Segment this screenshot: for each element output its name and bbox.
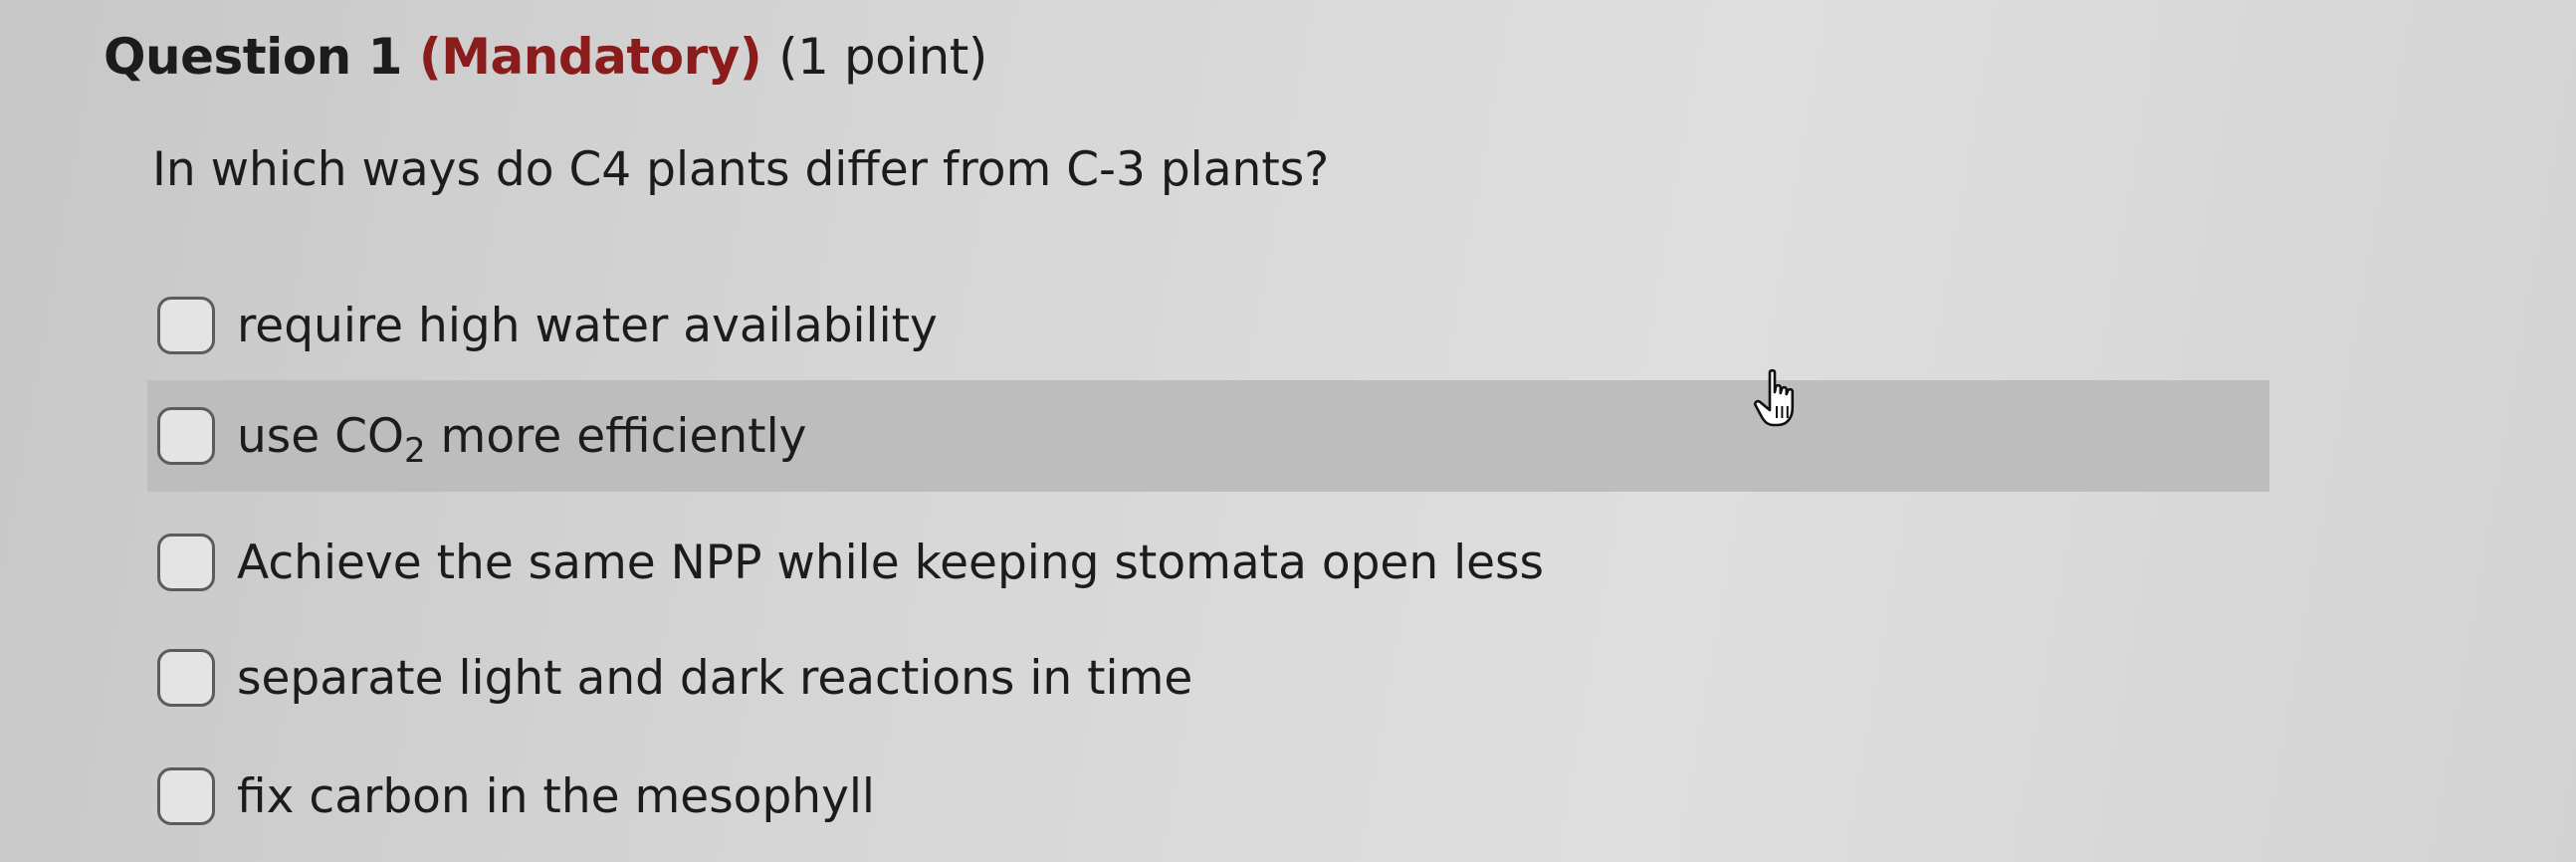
option-label-subscript: 2 xyxy=(403,430,426,471)
points-label: (1 point) xyxy=(778,28,987,86)
hand-pointer-icon xyxy=(1753,368,1795,427)
question-prompt: In which ways do C4 plants differ from C… xyxy=(152,142,1330,197)
option-label-text-suffix: more efficiently xyxy=(425,408,807,464)
option-checkbox[interactable] xyxy=(157,407,215,465)
option-checkbox[interactable] xyxy=(157,649,215,707)
option-checkbox[interactable] xyxy=(157,767,215,825)
option-label: separate light and dark reactions in tim… xyxy=(237,650,1193,706)
question-number: Question 1 xyxy=(104,28,402,86)
option-checkbox[interactable] xyxy=(157,297,215,354)
answer-option-1[interactable]: require high water availability xyxy=(147,271,2269,380)
option-label: require high water availability xyxy=(237,298,938,353)
answer-option-4[interactable]: separate light and dark reactions in tim… xyxy=(147,623,2269,733)
question-header: Question 1 (Mandatory) (1 point) xyxy=(104,28,987,86)
option-label: fix carbon in the mesophyll xyxy=(237,768,875,824)
option-label: Achieve the same NPP while keeping stoma… xyxy=(237,535,1545,590)
option-label-text: use CO xyxy=(237,408,404,464)
answer-option-3[interactable]: Achieve the same NPP while keeping stoma… xyxy=(147,508,2269,617)
option-checkbox[interactable] xyxy=(157,534,215,591)
answer-option-5[interactable]: fix carbon in the mesophyll xyxy=(147,742,2269,851)
option-label: use CO2 more efficiently xyxy=(237,408,807,468)
answer-option-2[interactable]: use CO2 more efficiently xyxy=(147,380,2269,492)
mandatory-label: (Mandatory) xyxy=(418,28,762,86)
